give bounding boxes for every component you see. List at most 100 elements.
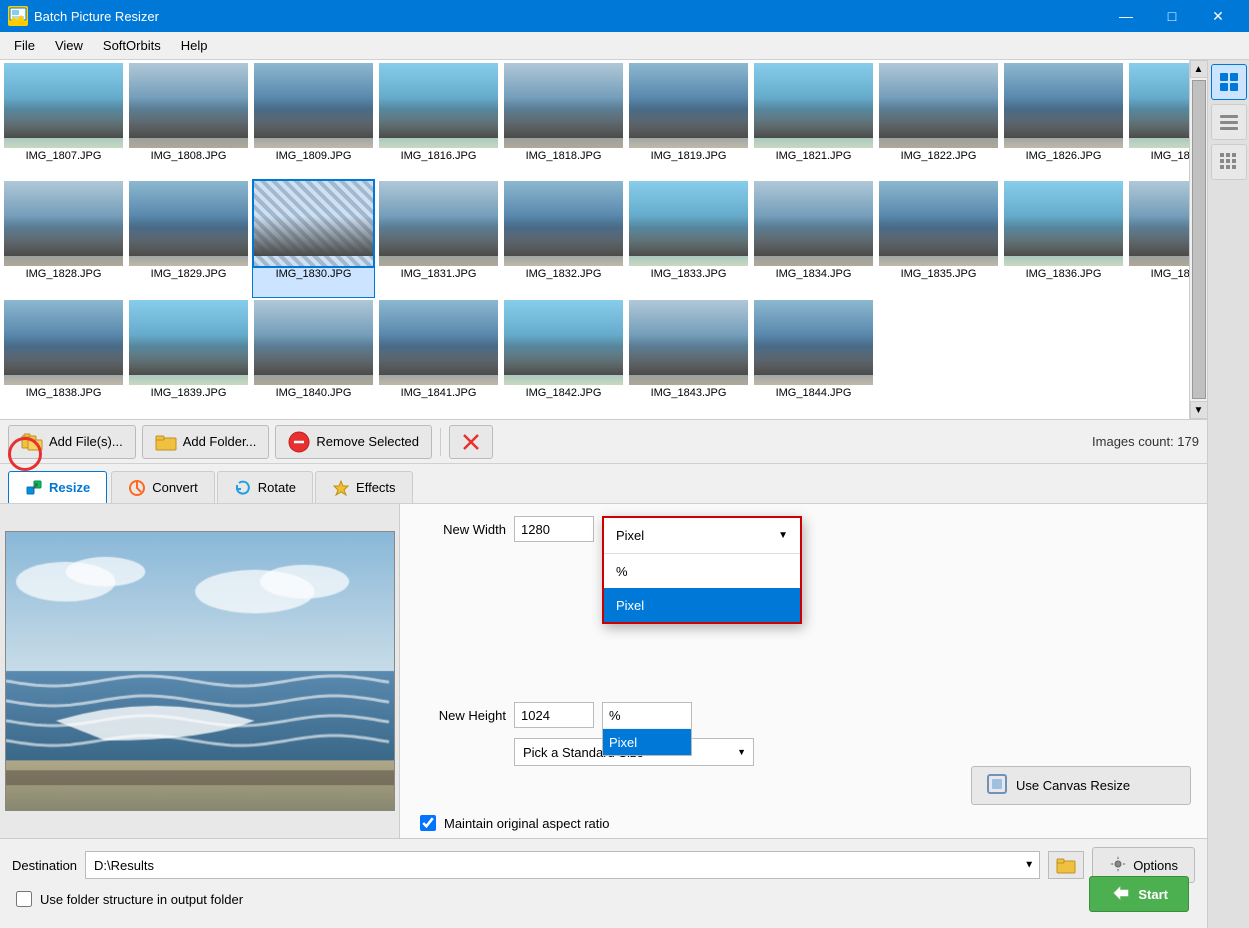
start-button[interactable]: Start (1089, 876, 1189, 912)
thumbnail-item[interactable]: IMG_1830.JPG (252, 180, 375, 298)
new-width-input[interactable] (514, 516, 594, 542)
thumbnail-item[interactable]: IMG_1831.JPG (377, 180, 500, 298)
thumbnail-filename: IMG_1835.JPG (899, 266, 979, 283)
tabs-area: Resize Convert (0, 464, 1207, 504)
canvas-resize-button[interactable]: Use Canvas Resize (971, 766, 1191, 805)
thumbnail-filename: IMG_1826.JPG (1024, 148, 1104, 165)
titlebar: Batch Picture Resizer — □ ✕ (0, 0, 1249, 32)
menu-softorbits[interactable]: SoftOrbits (93, 34, 171, 57)
tab-convert-label: Convert (152, 480, 198, 495)
window-controls: — □ ✕ (1103, 0, 1241, 32)
tab-effects-label: Effects (356, 480, 396, 495)
scroll-up-arrow[interactable]: ▲ (1190, 60, 1208, 78)
thumbnail-item[interactable]: IMG_1816.JPG (377, 62, 500, 180)
thumbnail-item[interactable]: IMG_1821.JPG (752, 62, 875, 180)
thumbnail-item[interactable]: IMG_1835.JPG (877, 180, 1000, 298)
unit-option-percent[interactable]: % (604, 554, 800, 588)
menu-help[interactable]: Help (171, 34, 218, 57)
sidebar-grid-large-button[interactable] (1211, 64, 1247, 100)
unit-option-pixel[interactable]: Pixel (604, 588, 800, 622)
thumbnail-image (379, 300, 498, 385)
thumbnail-image (504, 63, 623, 148)
scroll-thumb[interactable] (1192, 80, 1206, 399)
new-height-input[interactable] (514, 702, 594, 728)
sidebar-list-button[interactable] (1211, 104, 1247, 140)
thumbnail-item[interactable]: IMG_1828.JPG (2, 180, 125, 298)
thumbnail-item[interactable]: IMG_1841.JPG (377, 299, 500, 417)
close-x-button[interactable] (449, 425, 493, 459)
thumbnail-item[interactable]: IMG_1840.JPG (252, 299, 375, 417)
destination-browse-button[interactable] (1048, 851, 1084, 879)
destination-input[interactable] (85, 851, 1040, 879)
use-folder-structure-row: Use folder structure in output folder (12, 891, 1195, 907)
thumbnail-image (379, 181, 498, 266)
start-icon (1110, 882, 1132, 907)
thumbnail-item[interactable]: IMG_1842.JPG (502, 299, 625, 417)
thumbnail-item[interactable]: IMG_1838.JPG (2, 299, 125, 417)
thumbnail-item[interactable]: IMG_1809.JPG (252, 62, 375, 180)
use-folder-structure-checkbox[interactable] (16, 891, 32, 907)
remove-selected-button[interactable]: Remove Selected (275, 425, 432, 459)
thumbnail-item[interactable]: IMG_1819.JPG (627, 62, 750, 180)
thumbnail-item[interactable]: IMG_1833.JPG (627, 180, 750, 298)
tab-rotate-label: Rotate (258, 480, 296, 495)
thumbnail-filename: IMG_1834.JPG (774, 266, 854, 283)
close-button[interactable]: ✕ (1195, 0, 1241, 32)
thumbnail-item[interactable]: IMG_1808.JPG (127, 62, 250, 180)
thumbnail-filename: IMG_1809.JPG (274, 148, 354, 165)
new-height-row: New Height Pixel % ▼ % Pixel (416, 702, 1191, 728)
thumbnail-filename: IMG_1831.JPG (399, 266, 479, 283)
thumbnail-filename: IMG_1841.JPG (399, 385, 479, 402)
thumbnail-image (254, 181, 373, 266)
thumbnail-filename: IMG_1822.JPG (899, 148, 979, 165)
maintain-aspect-checkbox[interactable] (420, 815, 436, 831)
thumbnail-item[interactable]: IMG_1822.JPG (877, 62, 1000, 180)
resize-icon (25, 479, 43, 497)
thumbnail-filename: IMG_1838.JPG (24, 385, 104, 402)
menu-file[interactable]: File (4, 34, 45, 57)
thumbnail-image (4, 300, 123, 385)
thumbnail-image (1004, 63, 1123, 148)
menu-view[interactable]: View (45, 34, 93, 57)
thumbnail-filename: IMG_1819.JPG (649, 148, 729, 165)
destination-row: Destination ▼ (12, 847, 1195, 883)
scroll-down-arrow[interactable]: ▼ (1190, 401, 1208, 419)
tab-effects[interactable]: Effects (315, 471, 413, 503)
thumbnail-item[interactable]: IMG_1843.JPG (627, 299, 750, 417)
sidebar-grid-small-button[interactable] (1211, 144, 1247, 180)
tab-resize[interactable]: Resize (8, 471, 107, 503)
unit-header-arrow: ▼ (778, 530, 788, 541)
thumbnail-image (4, 181, 123, 266)
thumbnail-item[interactable]: IMG_1832.JPG (502, 180, 625, 298)
thumbnail-image (879, 181, 998, 266)
thumbnail-filename: IMG_1816.JPG (399, 148, 479, 165)
unit-header-pixel[interactable]: Pixel ▼ (604, 518, 800, 554)
thumbnail-item[interactable]: IMG_1844.JPG (752, 299, 875, 417)
height-unit-mini-pixel[interactable]: % (603, 703, 691, 729)
minimize-button[interactable]: — (1103, 0, 1149, 32)
thumbnail-item[interactable]: IMG_1836.JPG (1002, 180, 1125, 298)
thumbnail-filename: IMG_1836.JPG (1024, 266, 1104, 283)
tab-rotate[interactable]: Rotate (217, 471, 313, 503)
thumbnail-item[interactable]: IMG_1834.JPG (752, 180, 875, 298)
canvas-resize-icon (986, 773, 1008, 798)
height-unit-mini-pixel-selected[interactable]: Pixel (603, 729, 691, 755)
add-folder-button[interactable]: Add Folder... (142, 425, 270, 459)
thumbnail-item[interactable]: IMG_1807.JPG (2, 62, 125, 180)
start-label: Start (1138, 887, 1168, 902)
thumbnail-item[interactable]: IMG_1818.JPG (502, 62, 625, 180)
canvas-resize-label: Use Canvas Resize (1016, 778, 1130, 793)
thumbnail-item[interactable]: IMG_1839.JPG (127, 299, 250, 417)
thumbnail-filename: IMG_1839.JPG (149, 385, 229, 402)
effects-icon (332, 479, 350, 497)
maximize-button[interactable]: □ (1149, 0, 1195, 32)
preview-pane (0, 504, 400, 838)
thumbnail-item[interactable]: IMG_1829.JPG (127, 180, 250, 298)
thumbnail-image (754, 181, 873, 266)
thumbnail-item[interactable]: IMG_1826.JPG (1002, 62, 1125, 180)
thumbnail-image (1004, 181, 1123, 266)
menubar: File View SoftOrbits Help (0, 32, 1249, 60)
tab-convert[interactable]: Convert (111, 471, 215, 503)
thumbnail-scrollbar[interactable]: ▲ ▼ (1189, 60, 1207, 419)
thumbnail-image (129, 300, 248, 385)
